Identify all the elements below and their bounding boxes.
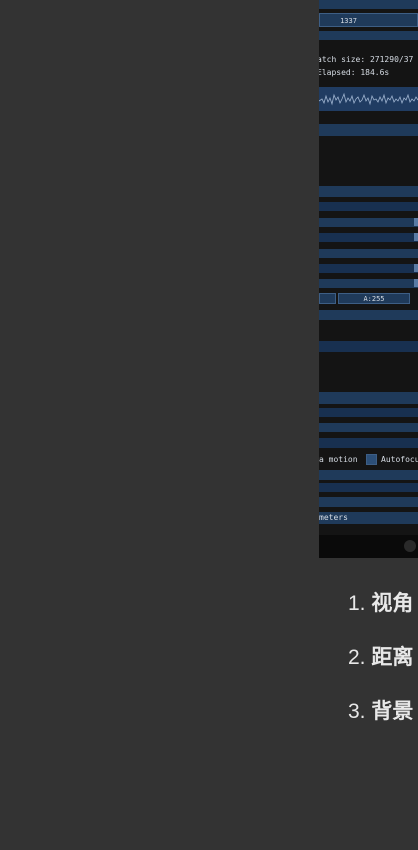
slider-handle[interactable] bbox=[414, 233, 418, 241]
color-field[interactable] bbox=[319, 293, 336, 304]
list-item-number: 2. bbox=[348, 646, 366, 669]
list-item-text: 背景 bbox=[371, 700, 414, 723]
batch-size-text: atch size: 271290/37 bbox=[319, 55, 414, 64]
panel-row[interactable] bbox=[319, 31, 418, 40]
alpha-field[interactable]: A:255 bbox=[338, 293, 410, 304]
elapsed-text: Elapsed: 184.6s bbox=[319, 68, 390, 77]
list-item: 1. 视角 bbox=[348, 590, 418, 644]
panel-row[interactable] bbox=[319, 392, 418, 404]
autofocus-checkbox[interactable] bbox=[366, 454, 377, 465]
panel-row[interactable] bbox=[319, 470, 418, 480]
panel-row[interactable] bbox=[319, 264, 418, 273]
slider-handle[interactable] bbox=[414, 279, 418, 287]
panel-row[interactable] bbox=[319, 186, 418, 197]
autofocus-label: Autofocu bbox=[381, 455, 418, 464]
list-item-text: 距离 bbox=[371, 646, 414, 669]
panel-row[interactable] bbox=[319, 218, 418, 227]
loss-waveform bbox=[319, 87, 418, 111]
panel-row[interactable] bbox=[319, 341, 418, 352]
panel-row[interactable] bbox=[319, 423, 418, 432]
drag-handle-icon[interactable] bbox=[404, 540, 416, 552]
list-item-number: 1. bbox=[348, 592, 366, 615]
slider-handle[interactable] bbox=[414, 218, 418, 226]
panel-row[interactable] bbox=[319, 0, 418, 9]
panel-row[interactable] bbox=[319, 483, 418, 492]
parameters-header[interactable]: meters bbox=[319, 512, 418, 524]
list-item-text: 视角 bbox=[371, 592, 414, 615]
panel-row[interactable] bbox=[319, 249, 418, 258]
motion-label: a motion bbox=[319, 455, 358, 464]
seed-input[interactable]: 1337 bbox=[319, 13, 418, 27]
panel-row[interactable] bbox=[319, 202, 418, 211]
panel-row[interactable] bbox=[319, 408, 418, 417]
numbered-list: 1. 视角 2. 距离 3. 背景 bbox=[348, 590, 418, 752]
panel-row[interactable] bbox=[319, 279, 418, 288]
parameters-label: meters bbox=[319, 513, 348, 522]
list-item: 3. 背景 bbox=[348, 698, 418, 752]
list-item-number: 3. bbox=[348, 700, 366, 723]
panel-row[interactable] bbox=[319, 310, 418, 320]
panel-row[interactable] bbox=[319, 438, 418, 448]
list-item: 2. 距离 bbox=[348, 644, 418, 698]
panel-row[interactable] bbox=[319, 233, 418, 242]
panel-row[interactable] bbox=[319, 124, 418, 136]
slider-handle[interactable] bbox=[414, 264, 418, 272]
settings-panel: 1337 atch size: 271290/37 Elapsed: 184.6… bbox=[319, 0, 418, 558]
panel-row[interactable] bbox=[319, 497, 418, 507]
